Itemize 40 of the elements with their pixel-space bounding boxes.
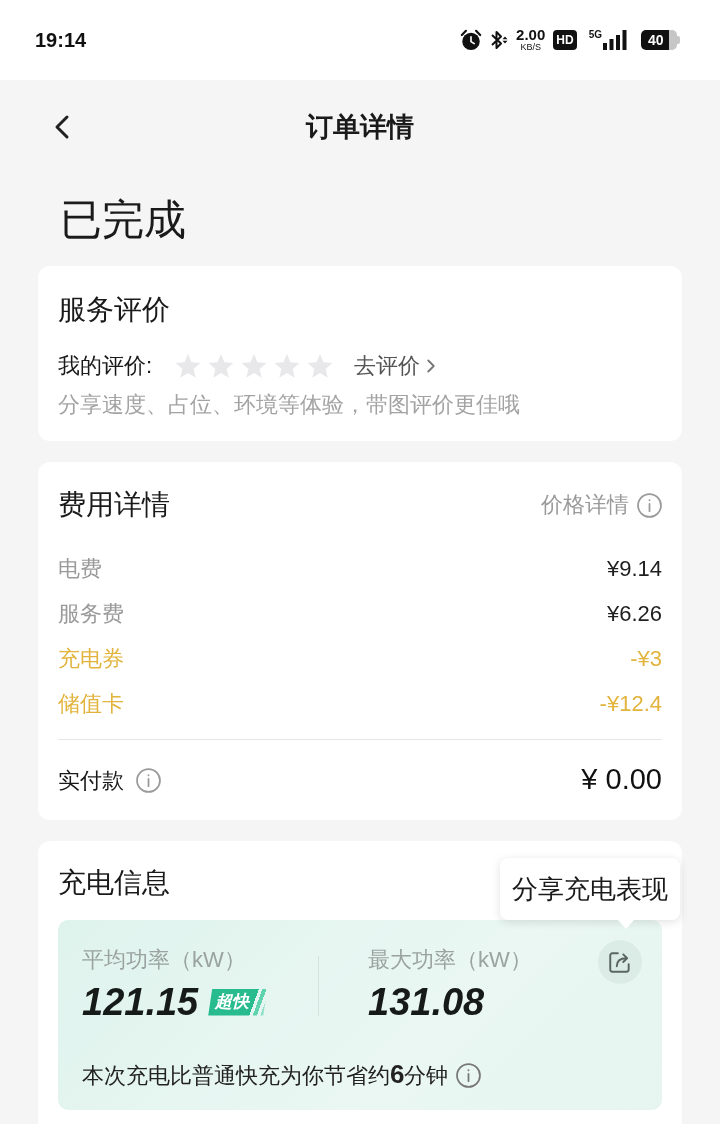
fee-label: 服务费: [58, 600, 124, 628]
info-icon: [637, 492, 662, 518]
hd-indicator: HD: [553, 30, 577, 50]
tooltip-pointer-icon: [618, 920, 634, 929]
share-button[interactable]: [598, 940, 642, 984]
metric-value: 131.08: [368, 980, 485, 1025]
status-time: 19:14: [35, 28, 87, 53]
bluetooth-icon: [490, 29, 509, 51]
rate-link[interactable]: 去评价: [354, 350, 442, 382]
rating-hint: 分享速度、占位、环境等体验，带图评价更佳哦: [58, 391, 520, 419]
metric-label: 平均功率（kW）: [82, 946, 246, 974]
info-icon: [456, 1062, 482, 1088]
fee-label: 充电券: [58, 645, 124, 673]
order-status: 已完成: [60, 195, 186, 245]
total-amount: ¥ 0.00: [581, 762, 662, 798]
fee-amount: ¥9.14: [606, 555, 662, 583]
page-title: 订单详情: [306, 111, 414, 144]
alarm-clock-icon: [460, 29, 483, 51]
info-icon: [136, 767, 161, 793]
card-title: 费用详情: [58, 488, 170, 522]
card-title: 服务评价: [58, 293, 170, 327]
speed-unit: KB/S: [520, 42, 541, 52]
network-speed: 2.00: [516, 28, 546, 42]
metric-label: 最大功率（kW）: [368, 946, 532, 974]
fee-label: 电费: [58, 555, 102, 583]
time-saved-note: 本次充电比普通快充为你节省约6分钟: [82, 1058, 449, 1091]
share-icon: [607, 949, 633, 975]
share-tooltip: 分享充电表现: [500, 858, 680, 920]
metric-value: 121.15: [82, 980, 199, 1025]
battery-indicator: 40: [641, 30, 680, 50]
fee-amount: -¥12.4: [599, 690, 662, 718]
total-label: 实付款: [58, 766, 124, 795]
signal-icon: [603, 30, 627, 50]
rating-label: 我的评价:: [58, 352, 154, 380]
speed-tag: 超快: [208, 988, 268, 1016]
fee-label: 储值卡: [58, 690, 124, 718]
fee-amount: ¥6.26: [606, 600, 662, 628]
fee-amount: -¥3: [630, 645, 662, 673]
card-title: 充电信息: [58, 866, 170, 900]
network-type: 5G: [588, 30, 602, 40]
